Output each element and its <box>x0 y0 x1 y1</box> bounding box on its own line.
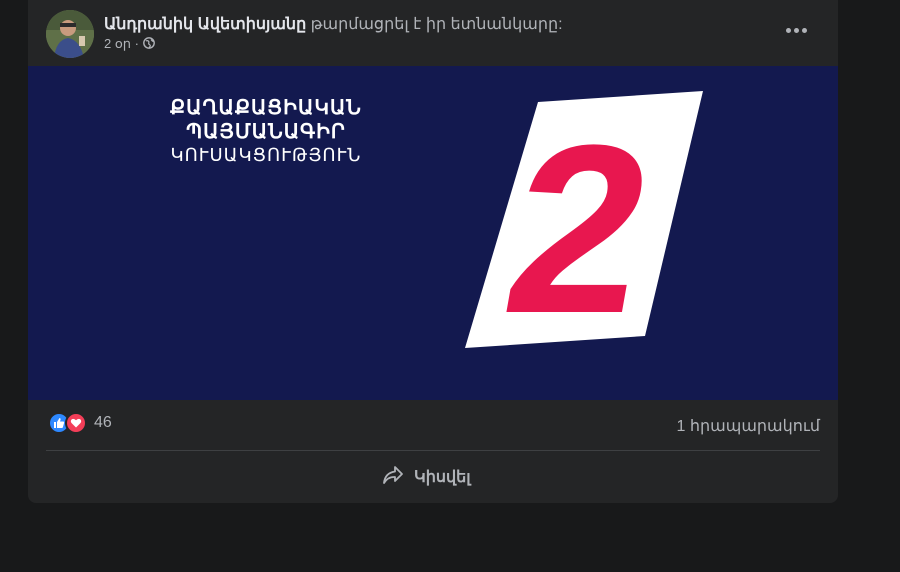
post-image[interactable]: ՔԱՂԱՔԱՑԻԱԿԱՆ ՊԱՅՄԱՆԱԳԻՐ ԿՈՒՍԱԿՑՈՒԹՅՈՒՆ 2 <box>28 66 838 400</box>
post-meta: 2 օր · <box>104 36 155 52</box>
post-title-line: Անդրանիկ Ավետիսյանը թարմացրել է իր ետնան… <box>104 14 563 34</box>
post-header: Անդրանիկ Ավետիսյանը թարմացրել է իր ետնան… <box>28 0 838 66</box>
love-reaction-icon <box>65 412 87 434</box>
globe-icon <box>143 36 155 52</box>
reactions-summary[interactable]: 46 <box>48 412 112 434</box>
share-arrow-icon <box>382 465 404 490</box>
poster-number-badge: 2 <box>465 91 703 364</box>
author-avatar[interactable] <box>46 10 94 58</box>
reaction-count: 46 <box>94 414 112 431</box>
author-name[interactable]: Անդրանիկ Ավետիսյանը <box>104 16 306 33</box>
more-options-icon[interactable] <box>782 18 810 42</box>
share-button[interactable]: Կիսվել <box>382 462 471 492</box>
share-label: Կիսվել <box>414 469 471 486</box>
shares-count[interactable]: 1 հրապարակում <box>677 416 820 436</box>
avatar-photo-icon <box>46 10 94 58</box>
post-card: Անդրանիկ Ավետիսյանը թարմացրել է իր ետնան… <box>28 0 838 503</box>
action-divider <box>46 450 820 451</box>
post-action-text: թարմացրել է իր ետնանկարը: <box>306 16 563 33</box>
post-timestamp[interactable]: 2 օր · <box>104 36 139 52</box>
